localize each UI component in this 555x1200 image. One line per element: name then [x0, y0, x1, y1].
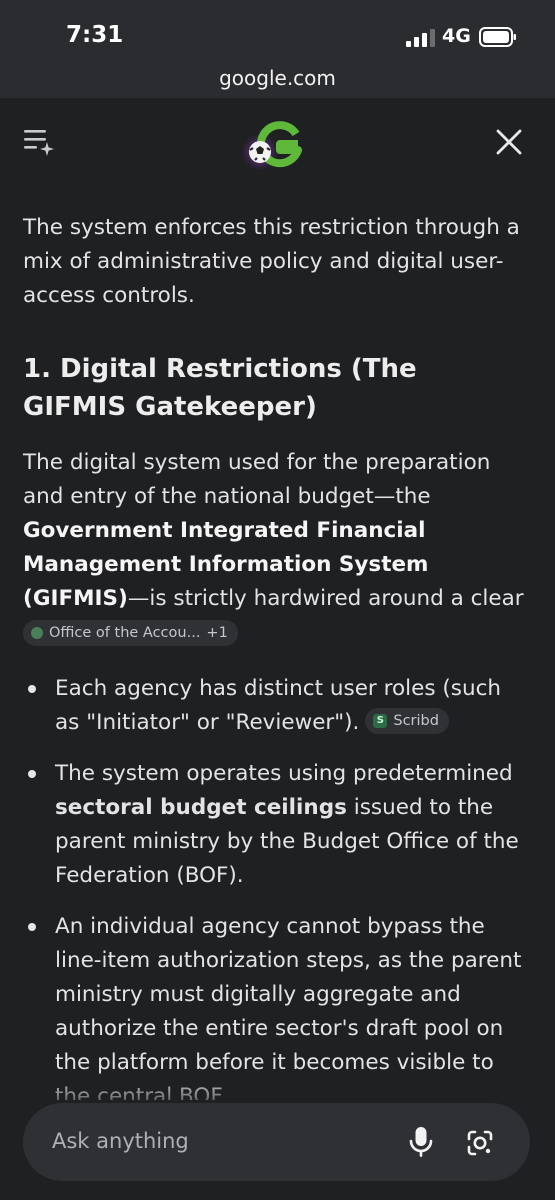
source-chip-count: +1: [206, 625, 228, 641]
bullet-dot: [28, 923, 36, 931]
source-chip-office[interactable]: Office of the Accou... +1: [23, 620, 238, 646]
source-chip-scribd[interactable]: S Scribd: [365, 708, 449, 734]
address-bar-url[interactable]: google.com: [0, 66, 555, 90]
bullet-2-text-start: The system operates using predetermined: [55, 761, 513, 786]
ask-input-bar[interactable]: Ask anything: [23, 1103, 530, 1181]
scribd-icon: S: [373, 714, 388, 728]
source-favicon-icon: [31, 627, 43, 639]
bullet-text: Each agency has distinct user roles (suc…: [55, 672, 528, 740]
section-heading: 1. Digital Restrictions (The GIFMIS Gate…: [23, 354, 417, 422]
intro-paragraph: The system enforces this restriction thr…: [23, 215, 520, 308]
list-item: Each agency has distinct user roles (suc…: [23, 672, 528, 740]
bullet-dot: [28, 685, 36, 693]
bullet-dot: [28, 770, 36, 778]
cellular-signal-icon: [406, 29, 435, 47]
ask-input-placeholder[interactable]: Ask anything: [52, 1129, 189, 1153]
google-soccer-doodle-logo[interactable]: [240, 118, 304, 172]
source-chip-label: Office of the Accou...: [49, 625, 201, 641]
list-item: The system operates using predetermined …: [23, 757, 528, 893]
menu-sparkle-icon[interactable]: [24, 128, 54, 156]
battery-icon: [479, 27, 516, 47]
status-time: 7:31: [66, 22, 124, 48]
bullet-text: The system operates using predetermined …: [55, 757, 528, 893]
close-icon[interactable]: [496, 129, 522, 155]
status-bar: 7:31 4G google.com: [0, 0, 555, 98]
scribd-chip-label: Scribd: [393, 713, 439, 729]
para-text-start: The digital system used for the preparat…: [23, 450, 491, 509]
bullet-2-bold: sectoral budget ceilings: [55, 795, 347, 820]
microphone-icon[interactable]: [409, 1126, 433, 1158]
google-lens-icon[interactable]: [465, 1128, 495, 1158]
network-type: 4G: [442, 25, 471, 47]
